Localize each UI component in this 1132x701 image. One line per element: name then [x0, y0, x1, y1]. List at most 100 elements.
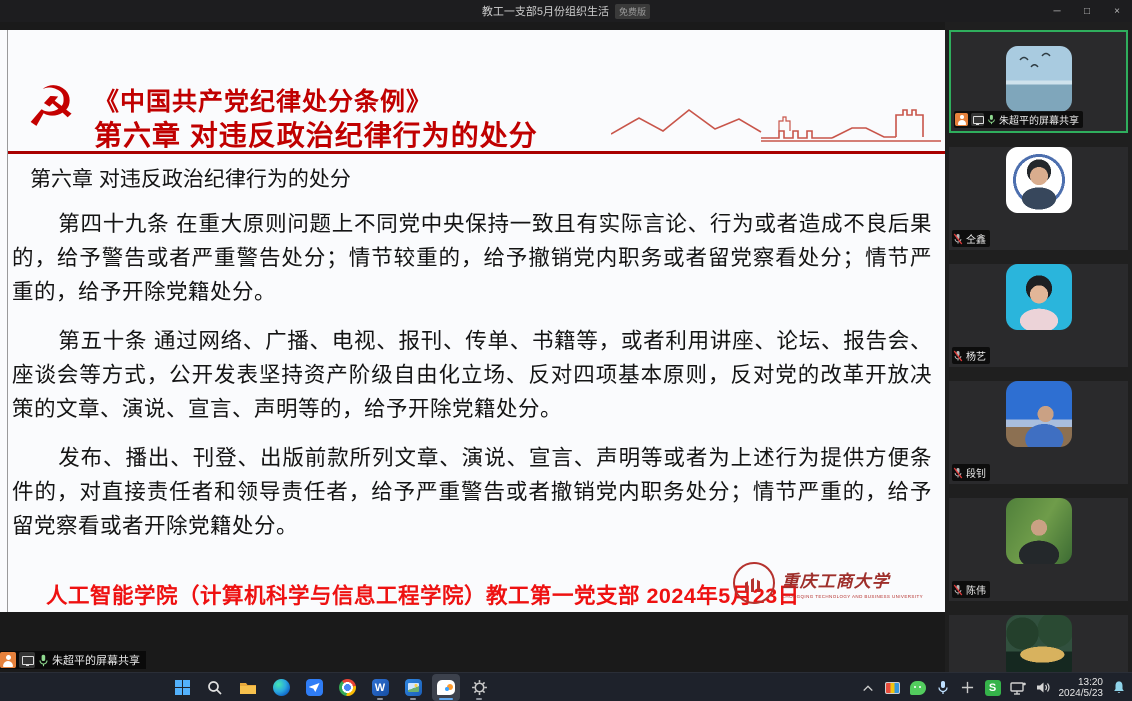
university-name-english: CHONGQING TECHNOLOGY AND BUSINESS UNIVER…	[782, 594, 923, 599]
clock-date: 2024/5/23	[1059, 688, 1104, 699]
system-tray: S 13:20 2024/5/23	[859, 673, 1129, 701]
university-name: 重庆工商大学	[782, 567, 923, 592]
taskbar-clock[interactable]: 13:20 2024/5/23	[1059, 674, 1104, 701]
title-center: 教工一支部5月份组织生活 免费版	[482, 3, 650, 19]
shared-screen-area: ☭ 《中国共产党纪律处分条例》 第六章 对违反政治纪律行为的处分 第六章	[0, 22, 945, 672]
tile-name-label: 仝鑫	[952, 230, 990, 247]
mic-muted-icon	[953, 233, 963, 245]
bell-icon	[1112, 680, 1126, 695]
mic-muted-icon	[953, 584, 963, 596]
microphone-tray-button[interactable]	[934, 674, 952, 701]
free-version-badge: 免费版	[615, 4, 650, 19]
chevron-up-icon	[862, 683, 874, 693]
slide-title-line2: 第六章 对违反政治纪律行为的处分	[94, 114, 538, 154]
media-app-tray-button[interactable]	[884, 674, 902, 701]
tile-name-label: 陈伟	[952, 581, 990, 598]
participant-name: 杨艺	[966, 348, 986, 363]
file-explorer-button[interactable]	[234, 674, 262, 701]
windows-taskbar: W	[0, 672, 1132, 701]
edge-browser-button[interactable]	[267, 674, 295, 701]
folder-icon	[239, 680, 257, 695]
search-icon	[207, 680, 223, 696]
window-controls: ─ □ ×	[1042, 0, 1132, 22]
paragraph-article-50-cont: 发布、播出、刊登、出版前款所列文章、演说、宣言、声明等或者为上述行为提供方便条件…	[12, 441, 932, 543]
meeting-title: 教工一支部5月份组织生活	[482, 3, 609, 19]
sogou-tray-button[interactable]: S	[984, 674, 1002, 701]
slide-title-line1: 《中国共产党纪律处分条例》	[94, 82, 432, 118]
chrome-icon	[339, 679, 356, 696]
wechat-tray-button[interactable]	[909, 674, 927, 701]
header-divider-rule	[8, 151, 945, 154]
slide-footer-text: 人工智能学院（计算机科学与信息工程学院）教工第一党支部 2024年5月23日	[46, 579, 800, 610]
university-seal-icon	[733, 562, 775, 604]
minimize-button[interactable]: ─	[1042, 0, 1072, 22]
speaker-icon	[1036, 681, 1050, 694]
presenter-avatar-icon	[955, 113, 968, 126]
settings-button[interactable]	[465, 674, 493, 701]
word-button[interactable]: W	[366, 674, 394, 701]
main-area: ☭ 《中国共产党纪律处分条例》 第六章 对违反政治纪律行为的处分 第六章	[0, 22, 1132, 672]
tile-name-label: 杨艺	[952, 347, 990, 364]
great-wall-illustration	[611, 88, 941, 148]
tile-name-label: 段钊	[952, 464, 990, 481]
network-display-icon	[1010, 681, 1026, 695]
avatar	[1006, 264, 1072, 330]
participant-name: 朱超平的屏幕共享	[999, 112, 1079, 127]
search-button[interactable]	[201, 674, 229, 701]
chrome-button[interactable]	[333, 674, 361, 701]
logo-texts: 重庆工商大学 CHONGQING TECHNOLOGY AND BUSINESS…	[782, 567, 923, 599]
paragraph-article-50: 第五十条 通过网络、广播、电视、报刊、传单、书籍等，或者利用讲座、论坛、报告会、…	[12, 324, 932, 426]
party-emblem-icon: ☭	[26, 78, 76, 136]
avatar	[1006, 381, 1072, 447]
meeting-chat-bubble-icon	[437, 680, 455, 695]
docs-app-button[interactable]	[300, 674, 328, 701]
gear-icon	[471, 679, 488, 696]
taskbar-app-icons: W	[168, 673, 493, 701]
paragraph-article-49: 第四十九条 在重大原则问题上不同党中央保持一致且有实际言论、行为或者造成不良后果…	[12, 207, 932, 309]
network-tray-button[interactable]	[1009, 674, 1027, 701]
chapter-heading: 第六章 对违反政治纪律行为的处分	[30, 163, 932, 193]
video-tile-presenter[interactable]: 朱超平的屏幕共享	[949, 30, 1128, 133]
screen-share-icon	[971, 113, 984, 126]
video-tile[interactable]: 杨艺	[949, 264, 1128, 367]
notifications-button[interactable]	[1110, 674, 1128, 701]
start-button[interactable]	[168, 674, 196, 701]
screen-share-status-badge: 朱超平的屏幕共享	[0, 651, 146, 669]
bird-app-icon	[306, 679, 323, 696]
share-label-text: 朱超平的屏幕共享	[52, 652, 140, 668]
presentation-slide: ☭ 《中国共产党纪律处分条例》 第六章 对违反政治纪律行为的处分 第六章	[0, 30, 945, 612]
maximize-button[interactable]: □	[1072, 0, 1102, 22]
edge-icon	[273, 679, 290, 696]
avatar	[1006, 147, 1072, 213]
seal-building-icon	[745, 578, 763, 592]
close-button[interactable]: ×	[1102, 0, 1132, 22]
crosshair-tray-button[interactable]	[959, 674, 977, 701]
mic-muted-icon	[953, 467, 963, 479]
university-logo: 重庆工商大学 CHONGQING TECHNOLOGY AND BUSINESS…	[733, 562, 923, 604]
tv-icon	[885, 682, 900, 694]
sogou-icon: S	[985, 680, 1001, 696]
avatar	[1006, 46, 1072, 112]
mic-on-icon	[38, 654, 49, 667]
photos-icon	[405, 679, 422, 696]
video-tile[interactable]: 陈伟	[949, 498, 1128, 601]
video-tile[interactable]: 段钊	[949, 381, 1128, 484]
participants-sidebar: 朱超平的屏幕共享 仝鑫	[945, 22, 1132, 672]
clock-time: 13:20	[1078, 677, 1103, 688]
windows-start-icon	[175, 680, 190, 695]
volume-tray-button[interactable]	[1034, 674, 1052, 701]
participant-name: 陈伟	[966, 582, 986, 597]
slide-body: 第六章 对违反政治纪律行为的处分 第四十九条 在重大原则问题上不同党中央保持一致…	[12, 163, 932, 558]
mic-on-icon	[987, 114, 996, 125]
tile-name-label: 朱超平的屏幕共享	[954, 111, 1083, 128]
screen-share-icon	[19, 652, 35, 668]
participant-name: 仝鑫	[966, 231, 986, 246]
video-tile[interactable]: 仝鑫	[949, 147, 1128, 250]
presenter-avatar-icon	[0, 652, 16, 668]
participant-name: 段钊	[966, 465, 986, 480]
photos-app-button[interactable]	[399, 674, 427, 701]
birds-icon	[1016, 52, 1062, 74]
title-bar: 教工一支部5月份组织生活 免费版 ─ □ ×	[0, 0, 1132, 22]
hidden-icons-button[interactable]	[859, 674, 877, 701]
meeting-app-button[interactable]	[432, 674, 460, 701]
